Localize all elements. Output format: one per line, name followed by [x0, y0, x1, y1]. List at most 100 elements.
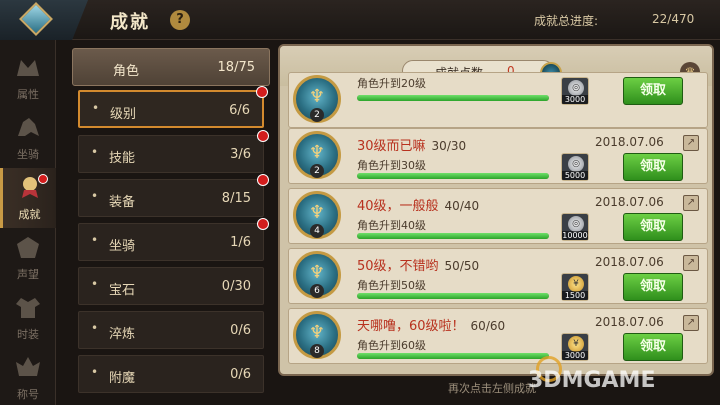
badge-level: 8 [310, 344, 324, 358]
top-bar: 成就 ? 成就总进度: 22/470 [0, 0, 720, 40]
fashion-icon [16, 298, 40, 318]
claim-button[interactable]: 领取 [623, 273, 683, 301]
achievement-date: 2018.07.06 [595, 195, 664, 209]
reward-item[interactable]: ◎ 3000 [561, 77, 589, 105]
category-header-role[interactable]: 角色 18/75 [72, 48, 270, 86]
share-icon[interactable]: ↗ [683, 135, 699, 151]
total-progress-value: 22/470 [652, 12, 695, 26]
achievement-desc: 角色升到60级 [357, 339, 426, 352]
notification-dot [38, 174, 48, 184]
share-icon[interactable]: ↗ [683, 255, 699, 271]
title-badge-icon [16, 357, 40, 376]
category-item-enchant[interactable]: • 附魔 0/6 [78, 355, 264, 393]
bullet: • [91, 189, 99, 203]
claim-button[interactable]: 领取 [623, 333, 683, 361]
category-item-gems[interactable]: • 宝石 0/30 [78, 267, 264, 305]
category-value: 0/30 [221, 279, 251, 294]
achievement-row: ♆ 6 50级，不错哟 50/50 2018.07.06 ↗ 角色升到50级 ¥15… [288, 248, 708, 304]
mount-icon [18, 118, 39, 136]
achievement-title: 天哪噜，60级啦！ 60/60 [357, 319, 506, 334]
category-value: 0/6 [230, 323, 251, 338]
category-item-temper[interactable]: • 淬炼 0/6 [78, 311, 264, 349]
category-value: 0/6 [230, 367, 251, 382]
achievement-date: 2018.07.06 [595, 315, 664, 329]
bullet: • [91, 277, 99, 291]
claim-button[interactable]: 领取 [623, 153, 683, 181]
nav-label: 成就 [18, 208, 41, 221]
category-label: 淬炼 [109, 327, 136, 342]
notification-dot [257, 174, 269, 186]
nav-item-achievement[interactable]: 成就 [0, 168, 56, 228]
reward-amount: 10000 [562, 231, 588, 240]
notification-dot [257, 130, 269, 142]
achievement-row: ♆ 2 30级而已嘛 30/30 2018.07.06 ↗ 角色升到30级 ◎ 500… [288, 128, 708, 184]
badge-level: 6 [310, 284, 324, 298]
help-button[interactable]: ? [170, 10, 190, 30]
nav-item-reputation[interactable]: 声望 [0, 228, 56, 288]
nav-label: 坐骑 [17, 148, 39, 161]
side-nav: 属性 坐骑 成就 声望 时装 称号 [0, 40, 56, 405]
bullet: • [91, 365, 99, 379]
achievement-desc: 角色升到30级 [357, 159, 426, 172]
achievement-title: 30级而已嘛 30/30 [357, 139, 467, 154]
share-icon[interactable]: ↗ [683, 315, 699, 331]
progress-bar [357, 95, 549, 101]
achievement-desc: 角色升到50级 [357, 279, 426, 292]
category-item-equipment[interactable]: • 装备 8/15 [78, 174, 269, 217]
nav-item-mount[interactable]: 坐骑 [0, 108, 56, 168]
progress-bar [357, 233, 549, 239]
achievement-date: 2018.07.06 [595, 255, 664, 269]
reward-amount: 3000 [562, 95, 588, 104]
achievement-title: 40级，一般般 40/40 [357, 199, 480, 214]
reward-amount: 1500 [562, 291, 588, 300]
category-label: 装备 [109, 195, 136, 210]
achievement-badge-icon: ♆ 2 [293, 131, 341, 179]
category-label: 附魔 [109, 371, 136, 386]
achievement-badge-icon: ♆ 4 [293, 191, 341, 239]
category-item-skills[interactable]: • 技能 3/6 [78, 130, 269, 173]
category-value: 6/6 [229, 103, 250, 118]
badge-level: 4 [310, 224, 324, 238]
category-value: 1/6 [230, 235, 251, 250]
progress-bar [357, 293, 549, 299]
back-diamond-icon [19, 2, 53, 36]
share-icon[interactable]: ↗ [683, 195, 699, 211]
reputation-icon [17, 237, 39, 258]
back-button[interactable] [0, 0, 88, 40]
category-label: 坐骑 [109, 239, 136, 254]
progress-bar [357, 173, 549, 179]
nav-item-fashion[interactable]: 时装 [0, 288, 56, 348]
nav-item-title[interactable]: 称号 [0, 348, 56, 405]
bullet: • [91, 233, 99, 247]
reward-item[interactable]: ◎ 5000 [561, 153, 589, 181]
claim-button[interactable]: 领取 [623, 77, 683, 105]
nav-label: 称号 [17, 388, 39, 401]
attribute-icon [17, 60, 39, 76]
achievement-panel: 成就点数 0 ♛ ♆2 角色升到20级 ◎3000 领取 ♆2 30级而已嘛30… [278, 44, 714, 376]
achievement-desc: 角色升到40级 [357, 219, 426, 232]
nav-item-attributes[interactable]: 属性 [0, 48, 56, 108]
achievement-badge-icon: ♆ 8 [293, 311, 341, 359]
watermark: 3DMGAME [528, 368, 656, 393]
reward-item[interactable]: ¥3000 [561, 333, 589, 361]
claim-button[interactable]: 领取 [623, 213, 683, 241]
bottom-hint: 再次点击左侧成就 [448, 382, 536, 395]
achievement-row: ♆ 2 角色升到20级 ◎ 3000 领取 [288, 72, 708, 128]
category-label: 技能 [109, 151, 136, 166]
category-item-mount[interactable]: • 坐骑 1/6 [78, 218, 269, 261]
bullet: • [91, 145, 99, 159]
reward-item[interactable]: ¥1500 [561, 273, 589, 301]
achievement-badge-icon: ♆ 6 [293, 251, 341, 299]
achievement-row: ♆ 8 天哪噜，60级啦！ 60/60 2018.07.06 ↗ 角色升到60级 ¥… [288, 308, 708, 364]
reward-item[interactable]: ◎ 10000 [561, 213, 589, 241]
progress-bar [357, 353, 549, 359]
badge-level: 2 [310, 108, 324, 122]
category-value: 3/6 [230, 147, 251, 162]
category-header-value: 18/75 [217, 60, 255, 75]
category-list: 角色 18/75 • 级别 6/6 • 技能 3/6 • 装备 8/15 • 坐… [64, 40, 270, 405]
nav-label: 声望 [17, 268, 39, 281]
category-header-label: 角色 [113, 64, 140, 79]
category-item-level[interactable]: • 级别 6/6 [78, 86, 268, 128]
nav-label: 时装 [17, 328, 39, 341]
achievement-desc: 角色升到20级 [357, 77, 426, 90]
